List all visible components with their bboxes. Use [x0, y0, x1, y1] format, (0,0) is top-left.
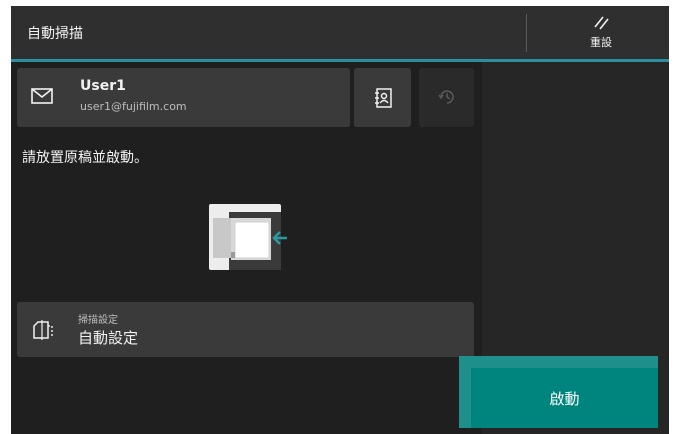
scan-settings-button[interactable]: 掃描設定 自動設定: [17, 302, 474, 357]
reset-icon: [571, 14, 631, 32]
address-book-button[interactable]: [354, 68, 411, 127]
instruction-text: 請放置原稿並啟動。: [22, 150, 148, 166]
page-title: 自動掃描: [27, 26, 83, 42]
recipient-name: User1: [80, 78, 126, 94]
scanner-illustration: [209, 204, 287, 276]
recipient-card[interactable]: User1 user1@fujifilm.com: [17, 68, 350, 127]
history-button[interactable]: [419, 68, 474, 127]
mail-icon: [31, 88, 53, 108]
start-label: 啟動: [549, 389, 580, 408]
start-button[interactable]: 啟動: [471, 368, 658, 428]
header-divider: [526, 14, 527, 52]
scan-settings-value: 自動設定: [78, 329, 139, 347]
scan-settings-label: 掃描設定: [78, 315, 118, 326]
recipient-email: user1@fujifilm.com: [80, 100, 187, 113]
header-bar: 自動掃描 重設: [11, 6, 669, 62]
document-settings-icon: [32, 320, 54, 344]
reset-label: 重設: [590, 36, 612, 49]
reset-button[interactable]: 重設: [571, 12, 631, 56]
